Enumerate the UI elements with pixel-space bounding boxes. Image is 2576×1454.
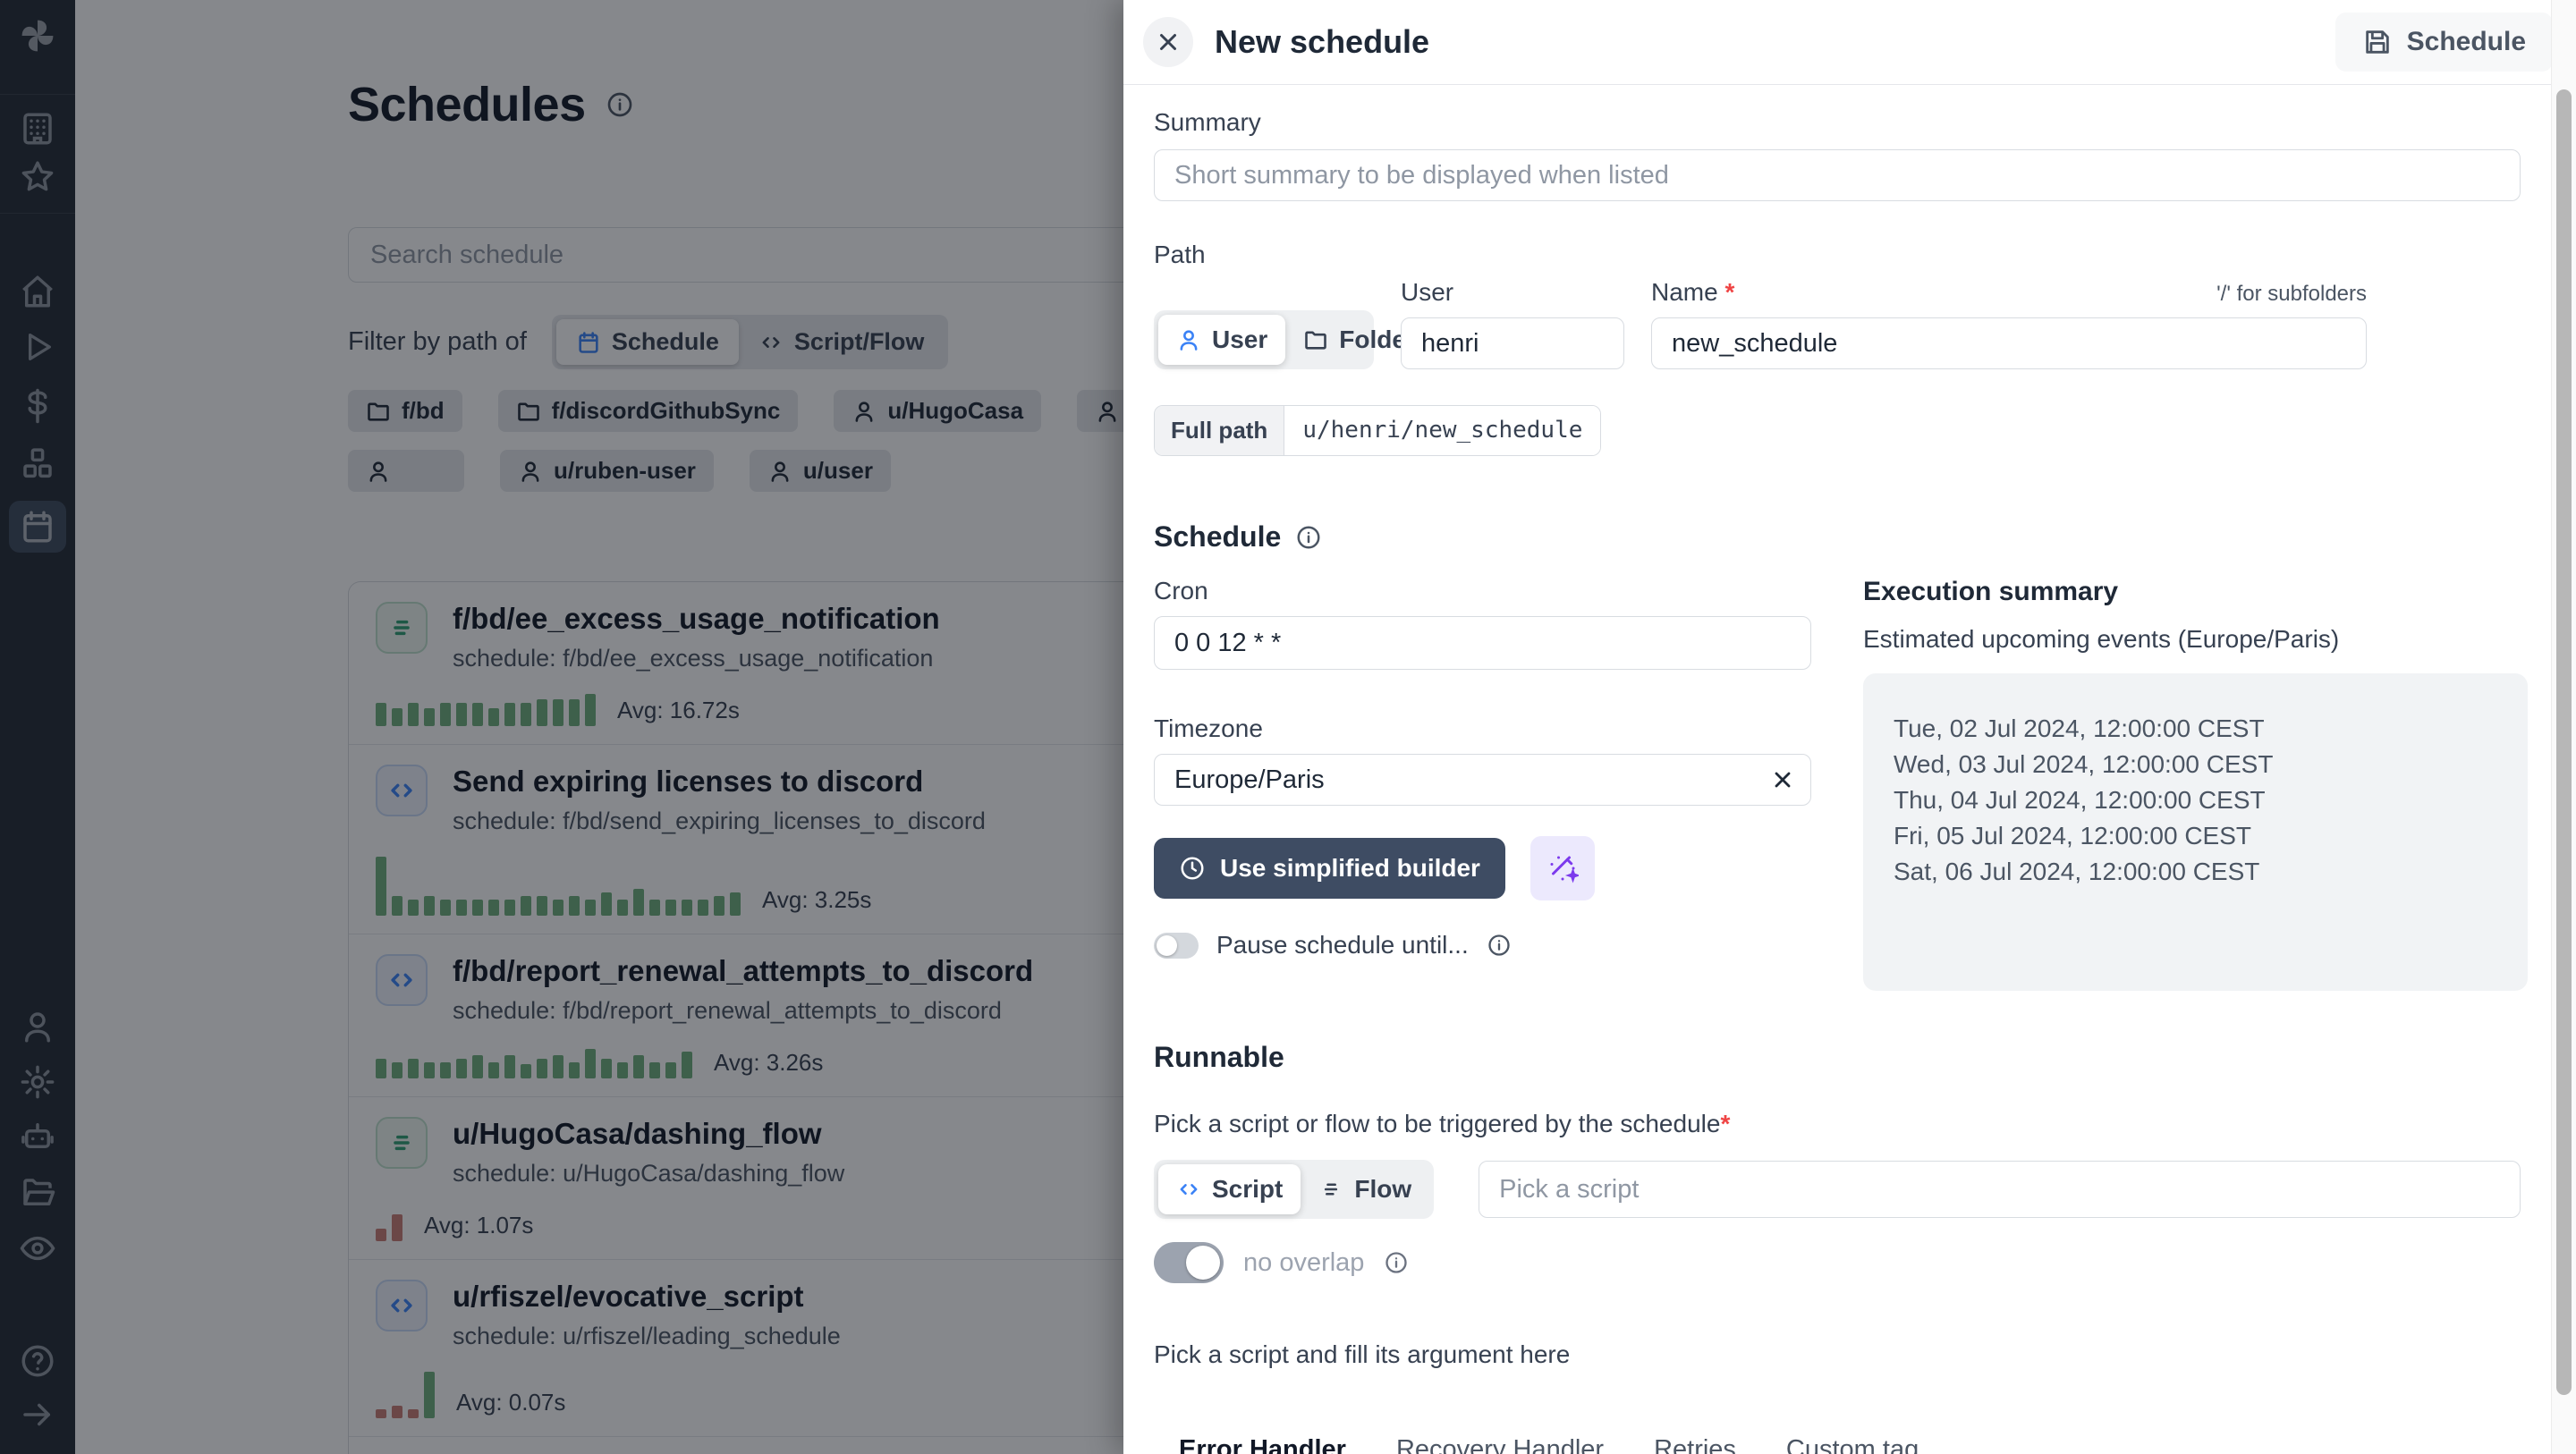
execution-summary: Execution summary Estimated upcoming eve…	[1863, 577, 2528, 991]
person-icon	[1180, 330, 1198, 351]
owner-kind-toggle: User Folder	[1154, 310, 1416, 369]
upcoming-event: Thu, 04 Jul 2024, 12:00:00 CEST	[1894, 786, 2266, 814]
drawer-body: Summary Path User Folder	[1123, 85, 2576, 1454]
tab-error-handler[interactable]: Error Handler	[1154, 1435, 1371, 1454]
runnable-section: Runnable Pick a script or flow to be tri…	[1154, 1041, 2521, 1369]
drawer-scrollbar[interactable]	[2551, 0, 2576, 1454]
summary-input[interactable]	[1154, 149, 2521, 201]
new-schedule-drawer: New schedule Schedule Summary Path User	[1123, 0, 2576, 1454]
scrollbar-thumb[interactable]	[2556, 89, 2572, 1395]
required-asterisk: *	[1720, 1110, 1731, 1137]
path-grid: User Folder User Name * '/' f	[1154, 278, 2521, 369]
ai-wand-button[interactable]	[1530, 836, 1595, 900]
upcoming-event: Tue, 02 Jul 2024, 12:00:00 CEST	[1894, 714, 2265, 742]
code-icon	[1180, 1184, 1198, 1195]
upcoming-event: Fri, 05 Jul 2024, 12:00:00 CEST	[1894, 822, 2251, 850]
folder-icon	[1305, 331, 1327, 350]
path-label: Path	[1154, 241, 1206, 268]
pause-label: Pause schedule until...	[1216, 931, 1469, 959]
full-path-badge: Full path u/henri/new_schedule	[1154, 405, 1602, 456]
flow-icon	[1325, 1183, 1338, 1196]
builder-button-label: Use simplified builder	[1220, 854, 1480, 882]
timezone-label: Timezone	[1154, 714, 1263, 742]
close-button[interactable]	[1143, 17, 1193, 67]
tab-recovery-handler[interactable]: Recovery Handler	[1371, 1435, 1629, 1454]
owner-option-label: User	[1212, 325, 1268, 353]
save-button-label: Schedule	[2406, 27, 2526, 56]
args-hint: Pick a script and fill its argument here	[1154, 1340, 1571, 1368]
cron-input[interactable]	[1154, 616, 1811, 670]
clock-icon	[1181, 857, 1204, 880]
script-picker-input[interactable]	[1479, 1161, 2521, 1218]
required-asterisk: *	[1724, 278, 1735, 306]
app-window: Schedules Filter by path of Schedule	[0, 0, 2576, 1454]
close-icon	[1160, 34, 1176, 50]
drawer-header: New schedule Schedule	[1123, 0, 2576, 85]
no-overlap-row: no overlap	[1154, 1242, 2521, 1283]
save-icon	[2365, 30, 2389, 54]
no-overlap-toggle[interactable]	[1154, 1242, 1224, 1283]
pick-row: Script Flow	[1154, 1160, 2521, 1219]
no-overlap-label: no overlap	[1243, 1247, 1365, 1277]
timezone-input[interactable]	[1154, 754, 1811, 806]
runnable-kind-toggle: Script Flow	[1154, 1160, 1435, 1219]
schedule-section: Schedule Cron Timezone	[1154, 520, 2528, 991]
runnable-flow-option[interactable]: Flow	[1301, 1164, 1429, 1214]
full-path-value: u/henri/new_schedule	[1284, 406, 1601, 455]
tab-custom-tag[interactable]: Custom tag	[1761, 1435, 1944, 1454]
clear-timezone-button[interactable]	[1770, 767, 1795, 792]
execution-summary-subtitle: Estimated upcoming events (Europe/Paris)	[1863, 625, 2340, 653]
owner-user-option[interactable]: User	[1158, 315, 1286, 365]
info-icon[interactable]	[1487, 933, 1512, 958]
subfolder-hint: '/' for subfolders	[2216, 282, 2367, 306]
clear-x-icon	[1775, 772, 1791, 788]
upcoming-events-panel: Tue, 02 Jul 2024, 12:00:00 CEST Wed, 03 …	[1863, 673, 2528, 991]
full-path-label: Full path	[1155, 406, 1285, 455]
user-field-label: User	[1401, 278, 1454, 306]
handler-tabs: Error Handler Recovery Handler Retries C…	[1154, 1435, 2521, 1454]
info-icon[interactable]	[1295, 524, 1322, 551]
upcoming-event: Wed, 03 Jul 2024, 12:00:00 CEST	[1894, 750, 2274, 778]
runnable-option-label: Flow	[1354, 1175, 1412, 1203]
simplified-builder-button[interactable]: Use simplified builder	[1154, 838, 1505, 899]
runnable-heading: Runnable	[1154, 1041, 1284, 1073]
wand-sparkles-icon	[1550, 856, 1579, 883]
drawer-title: New schedule	[1215, 23, 1430, 60]
save-schedule-button[interactable]: Schedule	[2334, 13, 2553, 72]
schedule-section-heading: Schedule	[1154, 520, 1282, 553]
upcoming-event: Sat, 06 Jul 2024, 12:00:00 CEST	[1894, 858, 2260, 885]
runnable-option-label: Script	[1212, 1175, 1284, 1203]
runnable-script-option[interactable]: Script	[1158, 1164, 1301, 1214]
pause-toggle[interactable]	[1154, 932, 1199, 959]
name-input[interactable]	[1651, 317, 2367, 369]
summary-label: Summary	[1154, 108, 1261, 136]
info-icon[interactable]	[1384, 1250, 1409, 1275]
name-field-label: Name *	[1651, 278, 1735, 306]
pause-row: Pause schedule until...	[1154, 931, 1811, 959]
execution-summary-heading: Execution summary	[1863, 577, 2119, 606]
tab-retries[interactable]: Retries	[1629, 1435, 1761, 1454]
pick-runnable-label: Pick a script or flow to be triggered by…	[1154, 1110, 1731, 1137]
cron-label: Cron	[1154, 577, 1208, 604]
user-input[interactable]	[1401, 317, 1624, 369]
